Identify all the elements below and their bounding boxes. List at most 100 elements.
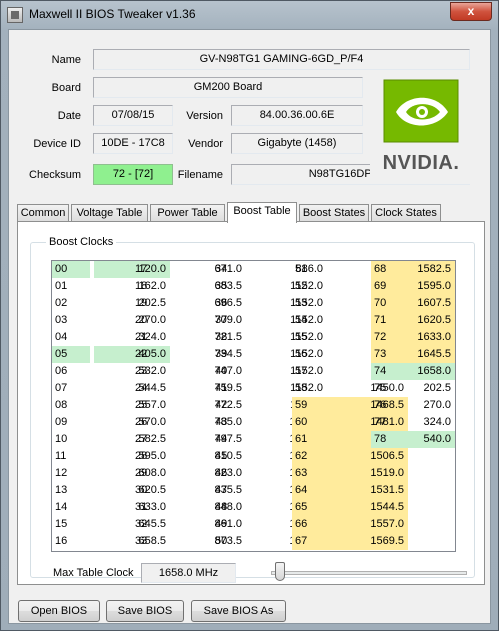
- boost-index-cell[interactable]: 49: [212, 516, 250, 533]
- boost-clock-cell[interactable]: 1595.0: [405, 278, 455, 295]
- boost-index-cell[interactable]: 41: [212, 380, 250, 397]
- boost-index-cell[interactable]: 47: [212, 482, 250, 499]
- boost-index-cell[interactable]: 06: [52, 363, 90, 380]
- title-bar[interactable]: Maxwell II BIOS Tweaker v1.36 x: [1, 1, 498, 29]
- boost-clock-cell[interactable]: 1607.5: [405, 295, 455, 312]
- boost-index-cell[interactable]: 62: [292, 448, 330, 465]
- boost-index-cell[interactable]: 65: [292, 499, 330, 516]
- boost-index-cell[interactable]: 15: [52, 516, 90, 533]
- tab-common[interactable]: Common: [17, 204, 69, 222]
- boost-index-cell[interactable]: 71: [371, 312, 409, 329]
- slider-track[interactable]: [271, 571, 467, 575]
- boost-index-cell[interactable]: 11: [52, 448, 90, 465]
- boost-index-cell[interactable]: 35: [212, 278, 250, 295]
- boost-index-cell[interactable]: 43: [212, 414, 250, 431]
- boost-index-cell[interactable]: 55: [292, 329, 330, 346]
- boost-index-cell[interactable]: 61: [292, 431, 330, 448]
- boost-index-cell[interactable]: 05: [52, 346, 90, 363]
- boost-clock-cell[interactable]: 1645.5: [405, 346, 455, 363]
- tab-voltage-table[interactable]: Voltage Table: [71, 204, 148, 222]
- boost-index-cell[interactable]: 18: [132, 278, 170, 295]
- boost-clock-cell[interactable]: 270.0: [405, 397, 455, 414]
- boost-index-cell[interactable]: 69: [371, 278, 409, 295]
- tab-power-table[interactable]: Power Table: [150, 204, 225, 222]
- boost-index-cell[interactable]: [371, 482, 409, 499]
- boost-index-cell[interactable]: 74: [371, 363, 409, 380]
- boost-clock-cell[interactable]: [405, 499, 455, 516]
- boost-index-cell[interactable]: 60: [292, 414, 330, 431]
- boost-index-cell[interactable]: 67: [292, 533, 330, 550]
- boost-index-cell[interactable]: 39: [212, 346, 250, 363]
- boost-index-cell[interactable]: 40: [212, 363, 250, 380]
- tab-boost-table[interactable]: Boost Table: [227, 202, 297, 223]
- tab-boost-states[interactable]: Boost States: [299, 204, 369, 222]
- boost-index-cell[interactable]: 30: [132, 482, 170, 499]
- boost-clock-cell[interactable]: 1633.0: [405, 329, 455, 346]
- boost-index-cell[interactable]: 26: [132, 414, 170, 431]
- boost-clock-cell[interactable]: [405, 465, 455, 482]
- boost-index-cell[interactable]: 78: [371, 431, 409, 448]
- boost-clock-cell[interactable]: [405, 516, 455, 533]
- boost-index-cell[interactable]: 72: [371, 329, 409, 346]
- boost-index-cell[interactable]: 28: [132, 448, 170, 465]
- boost-index-cell[interactable]: 59: [292, 397, 330, 414]
- boost-index-cell[interactable]: 27: [132, 431, 170, 448]
- boost-index-cell[interactable]: 14: [52, 499, 90, 516]
- boost-clock-cell[interactable]: 1658.0: [405, 363, 455, 380]
- boost-index-cell[interactable]: 77: [371, 414, 409, 431]
- boost-index-cell[interactable]: [371, 465, 409, 482]
- boost-index-cell[interactable]: 70: [371, 295, 409, 312]
- boost-index-cell[interactable]: 58: [292, 380, 330, 397]
- boost-clock-cell[interactable]: 324.0: [405, 414, 455, 431]
- boost-index-cell[interactable]: 19: [132, 295, 170, 312]
- boost-index-cell[interactable]: 45: [212, 448, 250, 465]
- boost-index-cell[interactable]: 64: [292, 482, 330, 499]
- boost-index-cell[interactable]: 12: [52, 465, 90, 482]
- boost-index-cell[interactable]: 09: [52, 414, 90, 431]
- boost-clock-cell[interactable]: [405, 533, 455, 550]
- boost-index-cell[interactable]: 34: [212, 261, 250, 278]
- slider-thumb[interactable]: [275, 562, 285, 581]
- boost-index-cell[interactable]: [371, 448, 409, 465]
- boost-index-cell[interactable]: 75: [371, 380, 409, 397]
- boost-index-cell[interactable]: 04: [52, 329, 90, 346]
- boost-index-cell[interactable]: 46: [212, 465, 250, 482]
- boost-index-cell[interactable]: 00: [52, 261, 90, 278]
- boost-index-cell[interactable]: 07: [52, 380, 90, 397]
- boost-index-cell[interactable]: 21: [132, 329, 170, 346]
- boost-index-cell[interactable]: 57: [292, 363, 330, 380]
- boost-index-cell[interactable]: 33: [132, 533, 170, 550]
- boost-clock-cell[interactable]: 1582.5: [405, 261, 455, 278]
- boost-clock-cell[interactable]: [405, 482, 455, 499]
- boost-index-cell[interactable]: 20: [132, 312, 170, 329]
- open-bios-button[interactable]: Open BIOS: [18, 600, 100, 622]
- boost-index-cell[interactable]: 17: [132, 261, 170, 278]
- boost-index-cell[interactable]: 02: [52, 295, 90, 312]
- boost-clock-cell[interactable]: 540.0: [405, 431, 455, 448]
- boost-index-cell[interactable]: 76: [371, 397, 409, 414]
- boost-index-cell[interactable]: 50: [212, 533, 250, 550]
- boost-index-cell[interactable]: 03: [52, 312, 90, 329]
- boost-clocks-grid[interactable]: 00120.017671.034886.0511450.0681582.5011…: [51, 260, 456, 552]
- boost-index-cell[interactable]: 54: [292, 312, 330, 329]
- boost-index-cell[interactable]: 31: [132, 499, 170, 516]
- boost-index-cell[interactable]: 32: [132, 516, 170, 533]
- boost-index-cell[interactable]: 13: [52, 482, 90, 499]
- boost-index-cell[interactable]: 56: [292, 346, 330, 363]
- boost-index-cell[interactable]: 36: [212, 295, 250, 312]
- boost-index-cell[interactable]: 51: [292, 261, 330, 278]
- boost-index-cell[interactable]: 10: [52, 431, 90, 448]
- boost-index-cell[interactable]: 23: [132, 363, 170, 380]
- boost-index-cell[interactable]: 52: [292, 278, 330, 295]
- boost-index-cell[interactable]: 44: [212, 431, 250, 448]
- boost-index-cell[interactable]: 42: [212, 397, 250, 414]
- boost-index-cell[interactable]: 73: [371, 346, 409, 363]
- boost-index-cell[interactable]: [371, 533, 409, 550]
- boost-index-cell[interactable]: 16: [52, 533, 90, 550]
- boost-index-cell[interactable]: 25: [132, 397, 170, 414]
- boost-index-cell[interactable]: 63: [292, 465, 330, 482]
- boost-clock-cell[interactable]: [405, 448, 455, 465]
- max-clock-slider[interactable]: [271, 562, 467, 584]
- boost-index-cell[interactable]: 08: [52, 397, 90, 414]
- tab-clock-states[interactable]: Clock States: [371, 204, 441, 222]
